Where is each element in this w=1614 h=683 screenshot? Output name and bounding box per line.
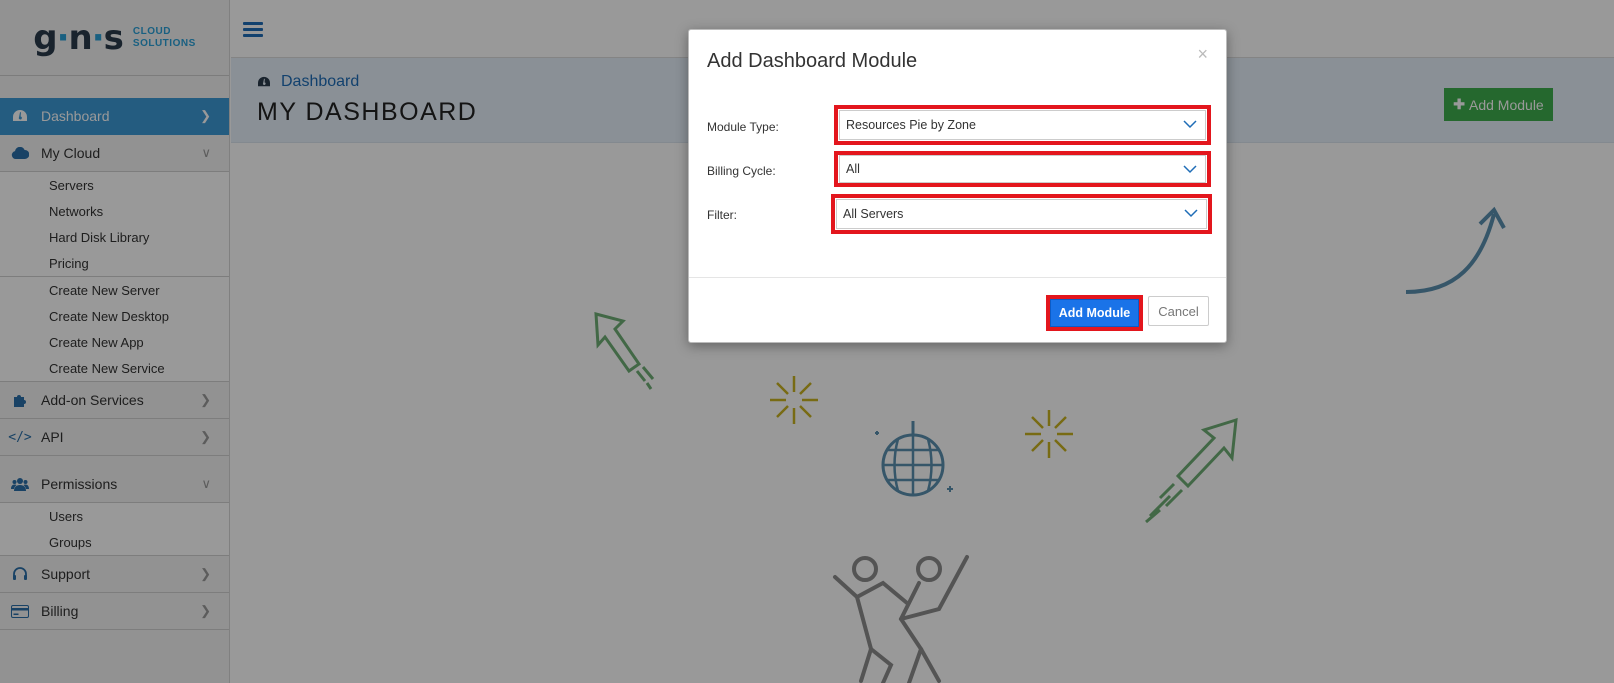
chevron-down-icon [1184, 209, 1198, 218]
close-icon[interactable]: × [1197, 44, 1208, 65]
modal-footer: Add Module Cancel [689, 277, 1226, 343]
submit-highlight: Add Module [1046, 295, 1143, 331]
module-type-select[interactable]: Resources Pie by Zone [839, 110, 1206, 140]
cancel-button[interactable]: Cancel [1148, 296, 1209, 326]
filter-highlight: All Servers [831, 194, 1212, 234]
billing-cycle-label: Billing Cycle: [707, 164, 776, 178]
module-type-highlight: Resources Pie by Zone [834, 105, 1211, 145]
chevron-down-icon [1183, 120, 1197, 129]
filter-label: Filter: [707, 208, 737, 222]
module-type-label: Module Type: [707, 120, 779, 134]
billing-cycle-highlight: All [834, 151, 1211, 187]
add-dashboard-module-dialog: Add Dashboard Module × Module Type: Reso… [688, 29, 1227, 343]
filter-value: All Servers [843, 207, 904, 221]
billing-cycle-value: All [846, 162, 860, 176]
modal-title: Add Dashboard Module [707, 50, 918, 72]
chevron-down-icon [1183, 165, 1197, 174]
filter-select[interactable]: All Servers [836, 199, 1207, 229]
add-module-submit-button[interactable]: Add Module [1050, 299, 1139, 327]
module-type-value: Resources Pie by Zone [846, 118, 976, 132]
billing-cycle-select[interactable]: All [839, 155, 1206, 183]
